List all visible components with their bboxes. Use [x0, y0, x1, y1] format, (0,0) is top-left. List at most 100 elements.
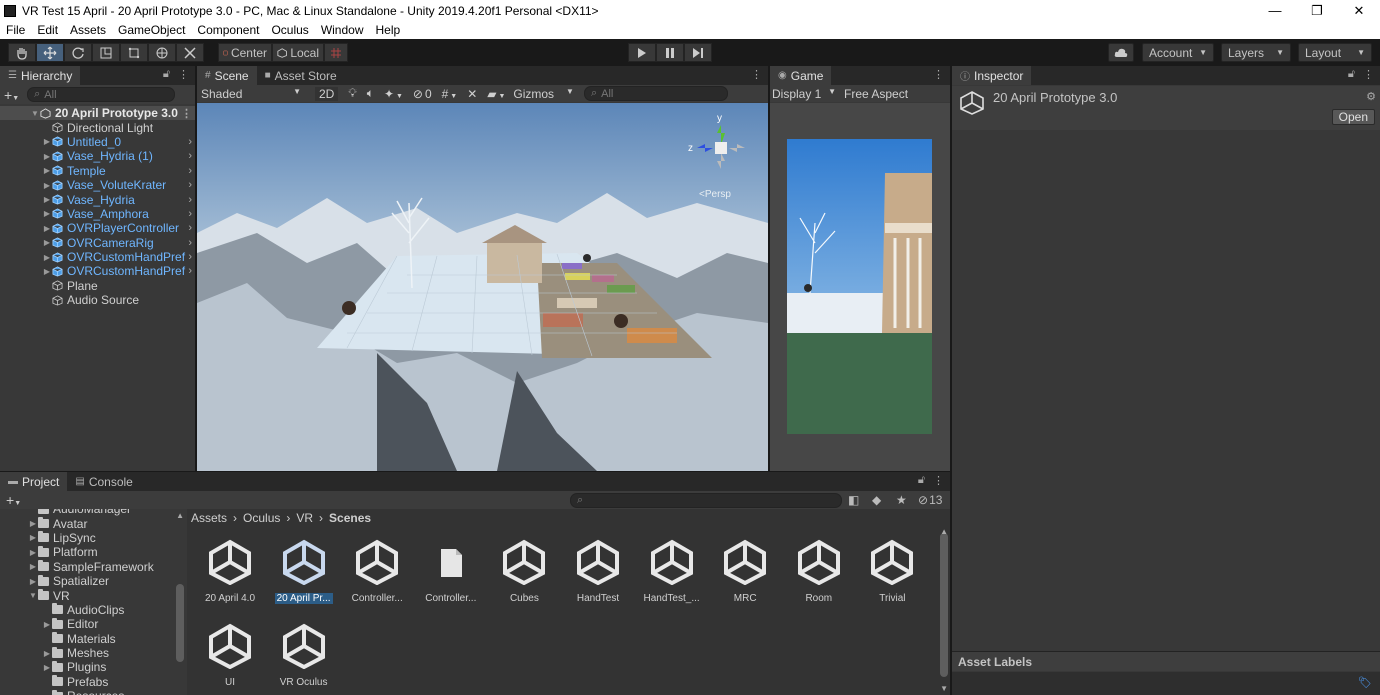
lighting-toggle-icon[interactable]: 💡︎	[348, 86, 356, 101]
aspect-dropdown[interactable]: Free Aspect	[844, 87, 908, 101]
hierarchy-item[interactable]: Directional Light	[0, 120, 195, 135]
open-prefab-chevron-icon[interactable]: ›	[188, 179, 192, 191]
hierarchy-item[interactable]: ▶ Vase_Hydria ›	[0, 192, 195, 207]
more-options-icon[interactable]: ⋮	[178, 68, 189, 81]
expand-arrow-icon[interactable]: ▼	[30, 109, 40, 118]
grid-scrollbar[interactable]	[940, 533, 948, 677]
open-prefab-chevron-icon[interactable]: ›	[188, 265, 192, 277]
hierarchy-item[interactable]: ▶ OVRCameraRig ›	[0, 236, 195, 250]
custom-tool-button[interactable]	[176, 43, 204, 62]
hierarchy-item[interactable]: ▶ OVRPlayerController ›	[0, 221, 195, 235]
folder-tree-item[interactable]: Prefabs	[0, 675, 186, 689]
folder-tree-item[interactable]: Resources	[0, 689, 186, 695]
more-options-icon[interactable]: ⋮	[181, 107, 192, 120]
open-prefab-chevron-icon[interactable]: ›	[188, 150, 192, 162]
scale-tool-button[interactable]	[92, 43, 120, 62]
scroll-down-icon[interactable]: ▼	[940, 684, 948, 693]
rotate-tool-button[interactable]	[64, 43, 92, 62]
label-tag-icon[interactable]: 🏷︎	[1358, 676, 1372, 689]
asset-item[interactable]: Controller...	[342, 537, 412, 604]
camera-settings-icon[interactable]: ▰ ▼	[487, 87, 505, 101]
expand-arrow-icon[interactable]: ▶	[28, 533, 38, 542]
open-prefab-chevron-icon[interactable]: ›	[188, 251, 192, 263]
breadcrumb-item[interactable]: Assets	[191, 511, 227, 525]
expand-arrow-icon[interactable]: ▶	[42, 253, 52, 262]
layers-dropdown[interactable]: Layers ▼	[1221, 43, 1291, 62]
asset-item[interactable]: Cubes	[489, 537, 559, 604]
tree-scrollbar[interactable]	[176, 584, 184, 662]
account-dropdown[interactable]: Account ▼	[1142, 43, 1214, 62]
lock-icon[interactable]: 🔓︎	[163, 68, 170, 81]
open-prefab-chevron-icon[interactable]: ›	[188, 194, 192, 206]
pause-button[interactable]	[656, 43, 684, 62]
hierarchy-item[interactable]: ▶ Temple ›	[0, 164, 195, 178]
create-plus-button[interactable]: +▼	[4, 87, 19, 103]
more-options-icon[interactable]: ⋮	[1363, 68, 1374, 81]
tools-icon[interactable]: ✕	[467, 87, 477, 101]
pivot-center-toggle[interactable]: Center	[218, 43, 272, 62]
grid-snap-button[interactable]	[324, 43, 348, 62]
space-local-toggle[interactable]: Local	[272, 43, 324, 62]
grid-toggle-icon[interactable]: # ▼	[442, 87, 458, 101]
menu-oculus[interactable]: Oculus	[265, 23, 314, 37]
scroll-up-icon[interactable]: ▲	[176, 511, 184, 520]
close-button[interactable]: ✕	[1338, 0, 1380, 21]
scene-search-input[interactable]: ⌕ All	[583, 86, 728, 101]
tab-scene[interactable]: # Scene	[197, 66, 257, 85]
open-prefab-chevron-icon[interactable]: ›	[188, 222, 192, 234]
effects-toggle-icon[interactable]: ✦ ▼	[384, 87, 403, 101]
open-prefab-chevron-icon[interactable]: ›	[188, 136, 192, 148]
menu-assets[interactable]: Assets	[64, 23, 112, 37]
more-options-icon[interactable]: ⋮	[933, 68, 944, 81]
hierarchy-item[interactable]: ▶ Vase_Hydria (1) ›	[0, 149, 195, 163]
expand-arrow-icon[interactable]: ▶	[28, 577, 38, 586]
filter-by-type-icon[interactable]: ◧	[848, 493, 859, 507]
expand-arrow-icon[interactable]: ▶	[28, 519, 38, 528]
tab-inspector[interactable]: ⓘ Inspector	[952, 66, 1032, 85]
display-dropdown[interactable]: Display 1 ▼	[770, 87, 838, 101]
folder-tree-item[interactable]: ▼ VR	[0, 588, 186, 603]
expand-arrow-icon[interactable]: ▶	[42, 152, 52, 161]
more-options-icon[interactable]: ⋮	[933, 474, 944, 487]
expand-arrow-icon[interactable]: ▼	[28, 591, 38, 600]
folder-tree-item[interactable]: ▶ Avatar	[0, 516, 186, 531]
scroll-up-icon[interactable]: ▲	[940, 527, 948, 536]
hierarchy-item[interactable]: ▶ OVRCustomHandPref ›	[0, 264, 195, 278]
expand-arrow-icon[interactable]: ▶	[42, 224, 52, 233]
perspective-label[interactable]: <Persp	[699, 189, 731, 200]
tab-console[interactable]: ▤ Console	[67, 472, 140, 491]
open-button[interactable]: Open	[1331, 109, 1375, 125]
menu-window[interactable]: Window	[315, 23, 370, 37]
hand-tool-button[interactable]	[8, 43, 36, 62]
asset-item[interactable]: 20 April Pr...	[269, 537, 339, 604]
expand-arrow-icon[interactable]: ▶	[42, 620, 52, 629]
move-tool-button[interactable]	[36, 43, 64, 62]
step-button[interactable]	[684, 43, 712, 62]
restore-button[interactable]: ❐	[1296, 0, 1338, 21]
gizmos-dropdown[interactable]: Gizmos ▼	[513, 87, 574, 101]
project-search-input[interactable]: ⌕	[570, 493, 842, 508]
folder-tree-item[interactable]: AudioManager	[0, 509, 186, 516]
asset-item[interactable]: UI	[195, 621, 265, 688]
folder-tree-item[interactable]: ▶ Platform	[0, 545, 186, 559]
breadcrumb-item[interactable]: Oculus	[243, 511, 280, 525]
folder-tree-item[interactable]: ▶ Editor	[0, 617, 186, 631]
menu-component[interactable]: Component	[191, 23, 265, 37]
expand-arrow-icon[interactable]: ▶	[42, 267, 52, 276]
create-plus-button[interactable]: +▼	[6, 492, 21, 508]
folder-tree-item[interactable]: ▶ Spatializer	[0, 574, 186, 588]
expand-arrow-icon[interactable]: ▶	[42, 663, 52, 672]
expand-arrow-icon[interactable]: ▶	[42, 137, 52, 146]
minimize-button[interactable]: —	[1254, 0, 1296, 21]
asset-item[interactable]: VR Oculus	[269, 621, 339, 688]
hierarchy-item[interactable]: ▶ OVRCustomHandPref ›	[0, 250, 195, 264]
hierarchy-search-input[interactable]: ⌕ All	[27, 87, 176, 102]
play-button[interactable]	[628, 43, 656, 62]
asset-item[interactable]: Controller...	[416, 537, 486, 604]
open-prefab-chevron-icon[interactable]: ›	[188, 237, 192, 249]
open-prefab-chevron-icon[interactable]: ›	[188, 208, 192, 220]
layout-dropdown[interactable]: Layout ▼	[1298, 43, 1372, 62]
folder-tree-item[interactable]: ▶ SampleFramework	[0, 560, 186, 574]
asset-item[interactable]: 20 April 4.0	[195, 537, 265, 604]
tab-game[interactable]: ◉ Game	[770, 66, 832, 85]
